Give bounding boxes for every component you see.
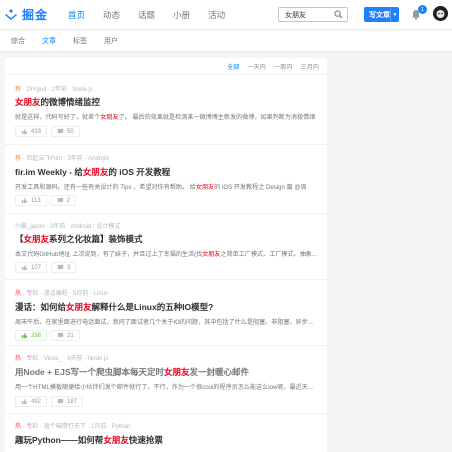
thumbs-up-icon [21,332,28,339]
top-header: 掘金 首页 动态 话题 小册 活动 女朋友 写文章 ▼ 1 [0,0,452,30]
article-actions: 492 187 [15,396,84,407]
column-badge: 专栏 [26,291,39,297]
nav-item-home[interactable]: 首页 [68,9,85,21]
article-meta: 荐 · DIYgod · 2年前 · Node.js [15,87,93,93]
comment-icon [57,128,64,135]
nav-item-topics[interactable]: 话题 [138,9,155,21]
article-meta: 热 · 专栏 · 漫话编程 · 5月前 · Linux [15,291,109,297]
article-summary: 本文代码GitHub地址 上次说到，有了妹子，并且过上了幸福的生活(找女朋友之简… [15,251,317,258]
comment-button[interactable]: 3 [51,262,77,273]
tab-tags[interactable]: 标签 [73,36,87,46]
article-summary: 就是这样，代码写好了，就差个女朋友了。 最后的效果就是检测某一微博博主新发的微博… [15,114,316,121]
filter-one-day[interactable]: 一天内 [247,62,266,71]
article-item[interactable]: 荐 · 风起云飞Fitm · 3年前 · Android fir.im Week… [5,145,327,214]
article-summary: 用一个HTML模板随便给小伙伴们发个邮件就行了，不行，作为一个很cool的程序员… [15,384,313,391]
time-filter: 全部 · 一天内 · 一周内 · 三月内 [5,58,327,75]
comment-icon [57,264,64,271]
notification-count-badge: 1 [418,5,427,14]
nav-item-booklets[interactable]: 小册 [173,9,190,21]
like-button[interactable]: 113 [15,195,47,206]
tab-all[interactable]: 综合 [11,36,25,46]
article-title[interactable]: 【女朋友系列之化妆篇】装饰模式 [15,233,143,245]
like-button[interactable]: 492 [15,396,48,407]
article-summary: 开发工具和源码。还有一些有关设计的 Tips ，希望对你有帮助。 给女朋友的 i… [15,184,307,191]
thumbs-up-icon [21,398,28,405]
filter-all[interactable]: 全部 [227,62,239,71]
comment-button[interactable]: 2 [50,195,76,206]
juejin-logo-icon [5,8,17,20]
article-actions: 433 50 [15,126,80,137]
article-title[interactable]: fir.im Weekly - 给女朋友的 iOS 开发教程 [15,166,170,178]
column-badge: 专栏 [26,356,39,362]
article-title[interactable]: 用Node + EJS写一个爬虫脚本每天定时女朋友发一封暖心邮件 [15,366,249,378]
search-input[interactable]: 女朋友 [278,7,348,22]
article-title[interactable]: 女朋友的微博情绪监控 [15,96,100,108]
article-actions: 113 2 [15,195,76,206]
comment-button[interactable]: 187 [51,396,84,407]
filter-one-week[interactable]: 一周内 [274,62,293,71]
nav-item-activity[interactable]: 动态 [103,9,120,21]
article-item[interactable]: 荐 · DIYgod · 2年前 · Node.js 女朋友的微博情绪监控 就是… [5,76,327,145]
comment-icon [57,197,63,204]
article-title[interactable]: 漫话：如何给女朋友解释什么是Linux的五种IO模型? [15,301,213,313]
nav-item-events[interactable]: 活动 [208,9,225,21]
like-button[interactable]: 433 [15,126,48,137]
search-results-list: 全部 · 一天内 · 一周内 · 三月内 荐 · DIYgod · 2年前 · … [5,58,327,452]
article-meta: 热 · 专栏 · Vince_ · 8天前 · Node.js [15,356,109,362]
column-badge: 专栏 [26,424,39,430]
comment-button[interactable]: 21 [51,330,80,341]
thumbs-up-icon [21,264,28,271]
filter-three-months[interactable]: 三月内 [300,62,319,71]
article-actions: 107 3 [15,262,77,273]
tab-users[interactable]: 用户 [104,36,118,46]
thumbs-up-icon [21,197,28,204]
search-icon[interactable] [334,10,343,19]
user-avatar[interactable] [433,6,448,21]
article-meta: 荐 · 风起云飞Fitm · 3年前 · Android [15,156,109,162]
article-item[interactable]: 热 · 专栏 · Vince_ · 8天前 · Node.js 用Node + … [5,346,327,414]
article-title[interactable]: 趣玩Python——如何帮女朋友快速抢票 [15,434,163,446]
tab-articles[interactable]: 文章 [42,36,56,46]
comment-icon [57,398,64,405]
article-item[interactable]: 小鹏_jason · 3年前 · Android / 设计模式 【女朋友系列之化… [5,214,327,280]
search-input-value: 女朋友 [285,12,306,19]
comment-button[interactable]: 50 [51,126,80,137]
brand-name: 掘金 [22,8,49,22]
like-button[interactable]: 107 [15,262,48,273]
article-meta: 小鹏_jason · 3年前 · Android / 设计模式 [15,224,121,230]
write-menu-chevron-down-icon[interactable]: ▼ [390,7,399,22]
comment-icon [57,332,64,339]
article-summary: 周末午后，在家里面进行电话面试，我问了面试者几个关于IO的问题，其中包括了什么是… [15,319,313,326]
juejin-logo[interactable]: 掘金 [4,6,48,23]
main-nav: 首页 动态 话题 小册 活动 [68,0,243,30]
article-meta: 热 · 专栏 · 逾个喵攒打天下 · 1月前 · Python [15,424,131,430]
article-actions: 238 21 [15,330,80,341]
avatar-image [433,6,448,21]
article-item[interactable]: 热 · 专栏 · 漫话编程 · 5月前 · Linux 漫话：如何给女朋友解释什… [5,280,327,346]
like-button[interactable]: 238 [15,330,48,341]
article-item[interactable]: 热 · 专栏 · 逾个喵攒打天下 · 1月前 · Python 趣玩Python… [5,414,327,452]
search-type-tabs: 综合 文章 标签 用户 [0,31,452,52]
thumbs-up-icon [21,128,28,135]
